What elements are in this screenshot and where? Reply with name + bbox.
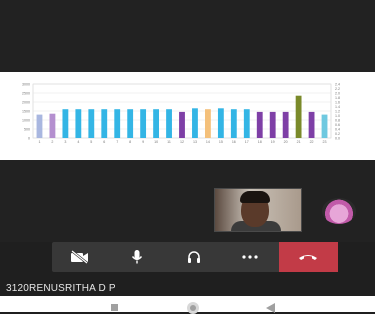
chart-y2-tick-label: 0.6 [335,123,340,127]
chart-bar [62,109,69,138]
chart-bar [153,109,160,138]
chart-y2-tick-label: 1.2 [335,110,340,114]
chart-bar [295,95,302,138]
chart-bar [36,114,43,138]
person-hair [240,191,270,203]
chart-bar [230,109,237,138]
chart-bar [166,109,172,138]
chart-x-tick-label: 18 [258,140,262,144]
chart-bar [308,111,315,138]
self-video-thumbnail[interactable] [214,188,302,232]
audio-output-button[interactable] [165,242,222,272]
chart-y2-tick-label: 2.2 [335,87,340,91]
chart-y-tick-label: 2000 [22,101,30,105]
chart-y-tick-label: 3000 [22,83,30,87]
chart-bar [321,114,328,138]
chart-x-tick-label: 11 [167,140,171,144]
chart-y2-tick-label: 1.0 [335,114,340,118]
chart-y2-tick-label: 2.4 [335,83,340,87]
chart-x-tick-label: 13 [193,140,197,144]
chart-x-tick-label: 2 [51,140,53,144]
chart-x-tick-label: 5 [90,140,92,144]
call-controls-bar [52,242,339,272]
more-options-button[interactable] [222,242,279,272]
chart-x-tick-label: 7 [116,140,118,144]
more-icon [242,255,258,259]
chart-x-tick-label: 21 [297,140,301,144]
chart-bar [88,109,95,138]
shared-screen: 0 500 1000 1500 2000 2500 3000 0.0 0.2 0.4 0.6 0.8 1… [0,72,375,160]
chart-x-tick-label: 1 [38,140,40,144]
chart-y-tick-label: 1500 [22,110,30,114]
chart-y2-tick-label: 0.8 [335,119,340,123]
chart-bar [127,109,134,138]
chart-y-tick-label: 2500 [22,92,30,96]
chart-y2-tick-label: 2.0 [335,92,340,96]
chart-x-tick-label: 4 [77,140,79,144]
chart-bar [179,111,185,138]
video-toggle-button[interactable] [52,242,109,272]
hang-up-button[interactable] [278,242,339,272]
chart-y-tick-label: 1000 [22,119,30,123]
chart-bar [243,109,250,138]
chart-bar [282,111,289,138]
chart-bar [269,111,276,138]
chart-bar [49,113,56,138]
chart-bar [114,109,121,138]
chart-y-tick-label: 500 [24,128,30,132]
headphones-icon [187,251,200,263]
shared-chart: 0500100015002000250030000.00.20.40.60.81… [22,83,340,145]
chart-bar [217,108,224,138]
chart-x-tick-label: 16 [232,140,236,144]
chart-x-tick-label: 22 [310,140,314,144]
chart-x-tick-label: 20 [284,140,288,144]
chart-x-tick-label: 10 [154,140,158,144]
home-icon[interactable] [187,302,199,314]
chart-y2-tick-label: 1.6 [335,101,340,105]
chart-y2-tick-label: 1.8 [335,96,340,100]
chart-bar [140,109,147,138]
chart-bar [75,109,82,138]
chart-y2-tick-label: 1.4 [335,105,340,109]
chart-x-tick-label: 17 [245,140,249,144]
microphone-icon [131,250,142,264]
participant-avatar[interactable] [322,198,356,224]
chart-y-tick-label: 0 [28,137,30,141]
chart-x-tick-label: 9 [142,140,144,144]
chart-y2-tick-label: 0.0 [335,137,340,141]
chart-y2-tick-label: 0.2 [335,132,340,136]
video-off-icon [71,250,89,264]
chart-x-tick-label: 6 [103,140,105,144]
recent-apps-icon[interactable] [111,304,118,311]
video-area [0,160,375,242]
chart-bar [101,109,108,138]
chart-x-tick-label: 15 [219,140,223,144]
chart-y2-tick-label: 0.4 [335,128,340,132]
chart-bar [192,108,198,138]
chart-x-tick-label: 8 [129,140,131,144]
chart-x-tick-label: 12 [180,140,184,144]
chart-x-tick-label: 3 [64,140,66,144]
hangup-icon [299,255,318,260]
chart-x-tick-label: 19 [271,140,275,144]
chart-bar [204,109,211,138]
chart-x-tick-label: 14 [206,140,210,144]
participant-name: 3120RENUSRITHA D P [6,283,116,294]
chart-bar [256,111,263,138]
top-area [0,0,375,72]
microphone-button[interactable] [109,242,166,272]
chart-x-tick-label: 23 [323,140,327,144]
